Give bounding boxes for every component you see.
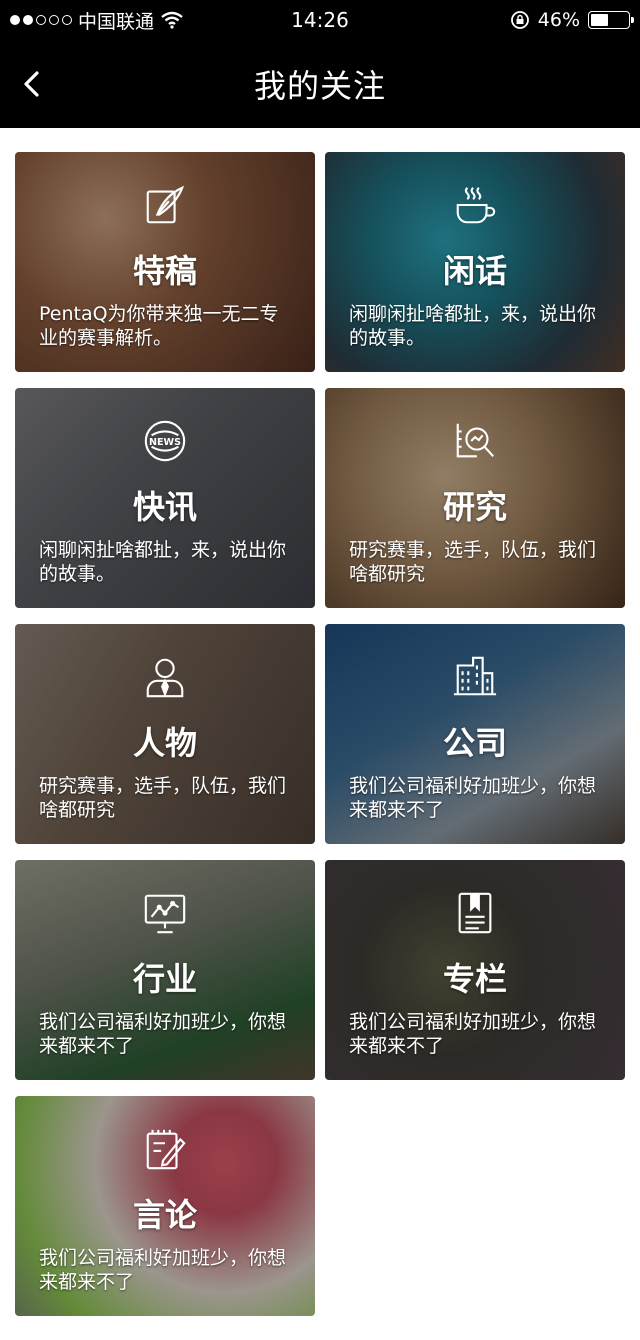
category-card-industry[interactable]: 行业 我们公司福利好加班少，你想来都来不了 — [15, 860, 315, 1080]
card-title: 公司 — [442, 724, 507, 762]
battery-level-fill — [591, 14, 608, 26]
card-description: 闲聊闲扯啥都扯，来，说出你的故事。 — [349, 303, 597, 349]
bookmark-document-icon — [325, 890, 625, 938]
building-icon — [325, 654, 625, 702]
card-title: 研究 — [442, 488, 507, 526]
follow-category-grid: 特稿 PentaQ为你带来独一无二专业的赛事解析。 闲话 闲聊闲扯啥都扯，来，说… — [15, 152, 625, 1316]
card-description: 我们公司福利好加班少，你想来都来不了 — [39, 1011, 287, 1057]
card-description: 我们公司福利好加班少，你想来都来不了 — [349, 775, 597, 821]
card-description: 我们公司福利好加班少，你想来都来不了 — [39, 1247, 287, 1293]
presentation-chart-icon — [15, 890, 315, 938]
category-card-opinion[interactable]: 言论 我们公司福利好加班少，你想来都来不了 — [15, 1096, 315, 1316]
card-description: PentaQ为你带来独一无二专业的赛事解析。 — [39, 303, 279, 349]
back-chevron-icon[interactable] — [20, 68, 44, 100]
status-left: 中国联通 — [10, 7, 510, 34]
page-title: 我的关注 — [253, 67, 386, 105]
category-card-special[interactable]: 特稿 PentaQ为你带来独一无二专业的赛事解析。 — [15, 152, 315, 372]
battery-icon — [588, 11, 634, 29]
status-right: 46% — [510, 9, 634, 31]
wifi-icon — [161, 11, 183, 29]
notepad-pen-icon — [15, 1126, 315, 1174]
person-icon — [15, 654, 315, 702]
card-description: 研究赛事，选手，队伍，我们啥都研究 — [39, 775, 287, 821]
svg-text:NEWS: NEWS — [149, 437, 181, 448]
card-description: 闲聊闲扯啥都扯，来，说出你的故事。 — [39, 539, 287, 585]
category-card-people[interactable]: 人物 研究赛事，选手，队伍，我们啥都研究 — [15, 624, 315, 844]
card-title: 专栏 — [442, 960, 507, 998]
card-title: 人物 — [132, 724, 197, 762]
category-card-news[interactable]: NEWS 快讯 闲聊闲扯啥都扯，来，说出你的故事。 — [15, 388, 315, 608]
quill-icon — [15, 182, 315, 230]
category-card-column[interactable]: 专栏 我们公司福利好加班少，你想来都来不了 — [325, 860, 625, 1080]
carrier-label: 中国联通 — [78, 10, 155, 33]
rotation-lock-icon — [510, 11, 529, 29]
nav-bar: 我的关注 — [0, 40, 640, 128]
category-card-company[interactable]: 公司 我们公司福利好加班少，你想来都来不了 — [325, 624, 625, 844]
card-title: 快讯 — [132, 488, 197, 526]
category-card-research[interactable]: 研究 研究赛事，选手，队伍，我们啥都研究 — [325, 388, 625, 608]
coffee-cup-icon — [325, 182, 625, 230]
magnifier-chart-icon — [325, 418, 625, 466]
card-title: 特稿 — [132, 252, 197, 290]
signal-strength-icon — [10, 15, 72, 25]
card-title: 言论 — [132, 1196, 197, 1234]
card-title: 行业 — [132, 960, 197, 998]
card-description: 我们公司福利好加班少，你想来都来不了 — [349, 1011, 597, 1057]
card-title: 闲话 — [442, 252, 507, 290]
card-description: 研究赛事，选手，队伍，我们啥都研究 — [349, 539, 597, 585]
category-card-chat[interactable]: 闲话 闲聊闲扯啥都扯，来，说出你的故事。 — [325, 152, 625, 372]
news-icon: NEWS — [15, 418, 315, 466]
status-bar: 中国联通 14:26 46% — [0, 0, 640, 40]
battery-percent: 46% — [537, 9, 580, 31]
